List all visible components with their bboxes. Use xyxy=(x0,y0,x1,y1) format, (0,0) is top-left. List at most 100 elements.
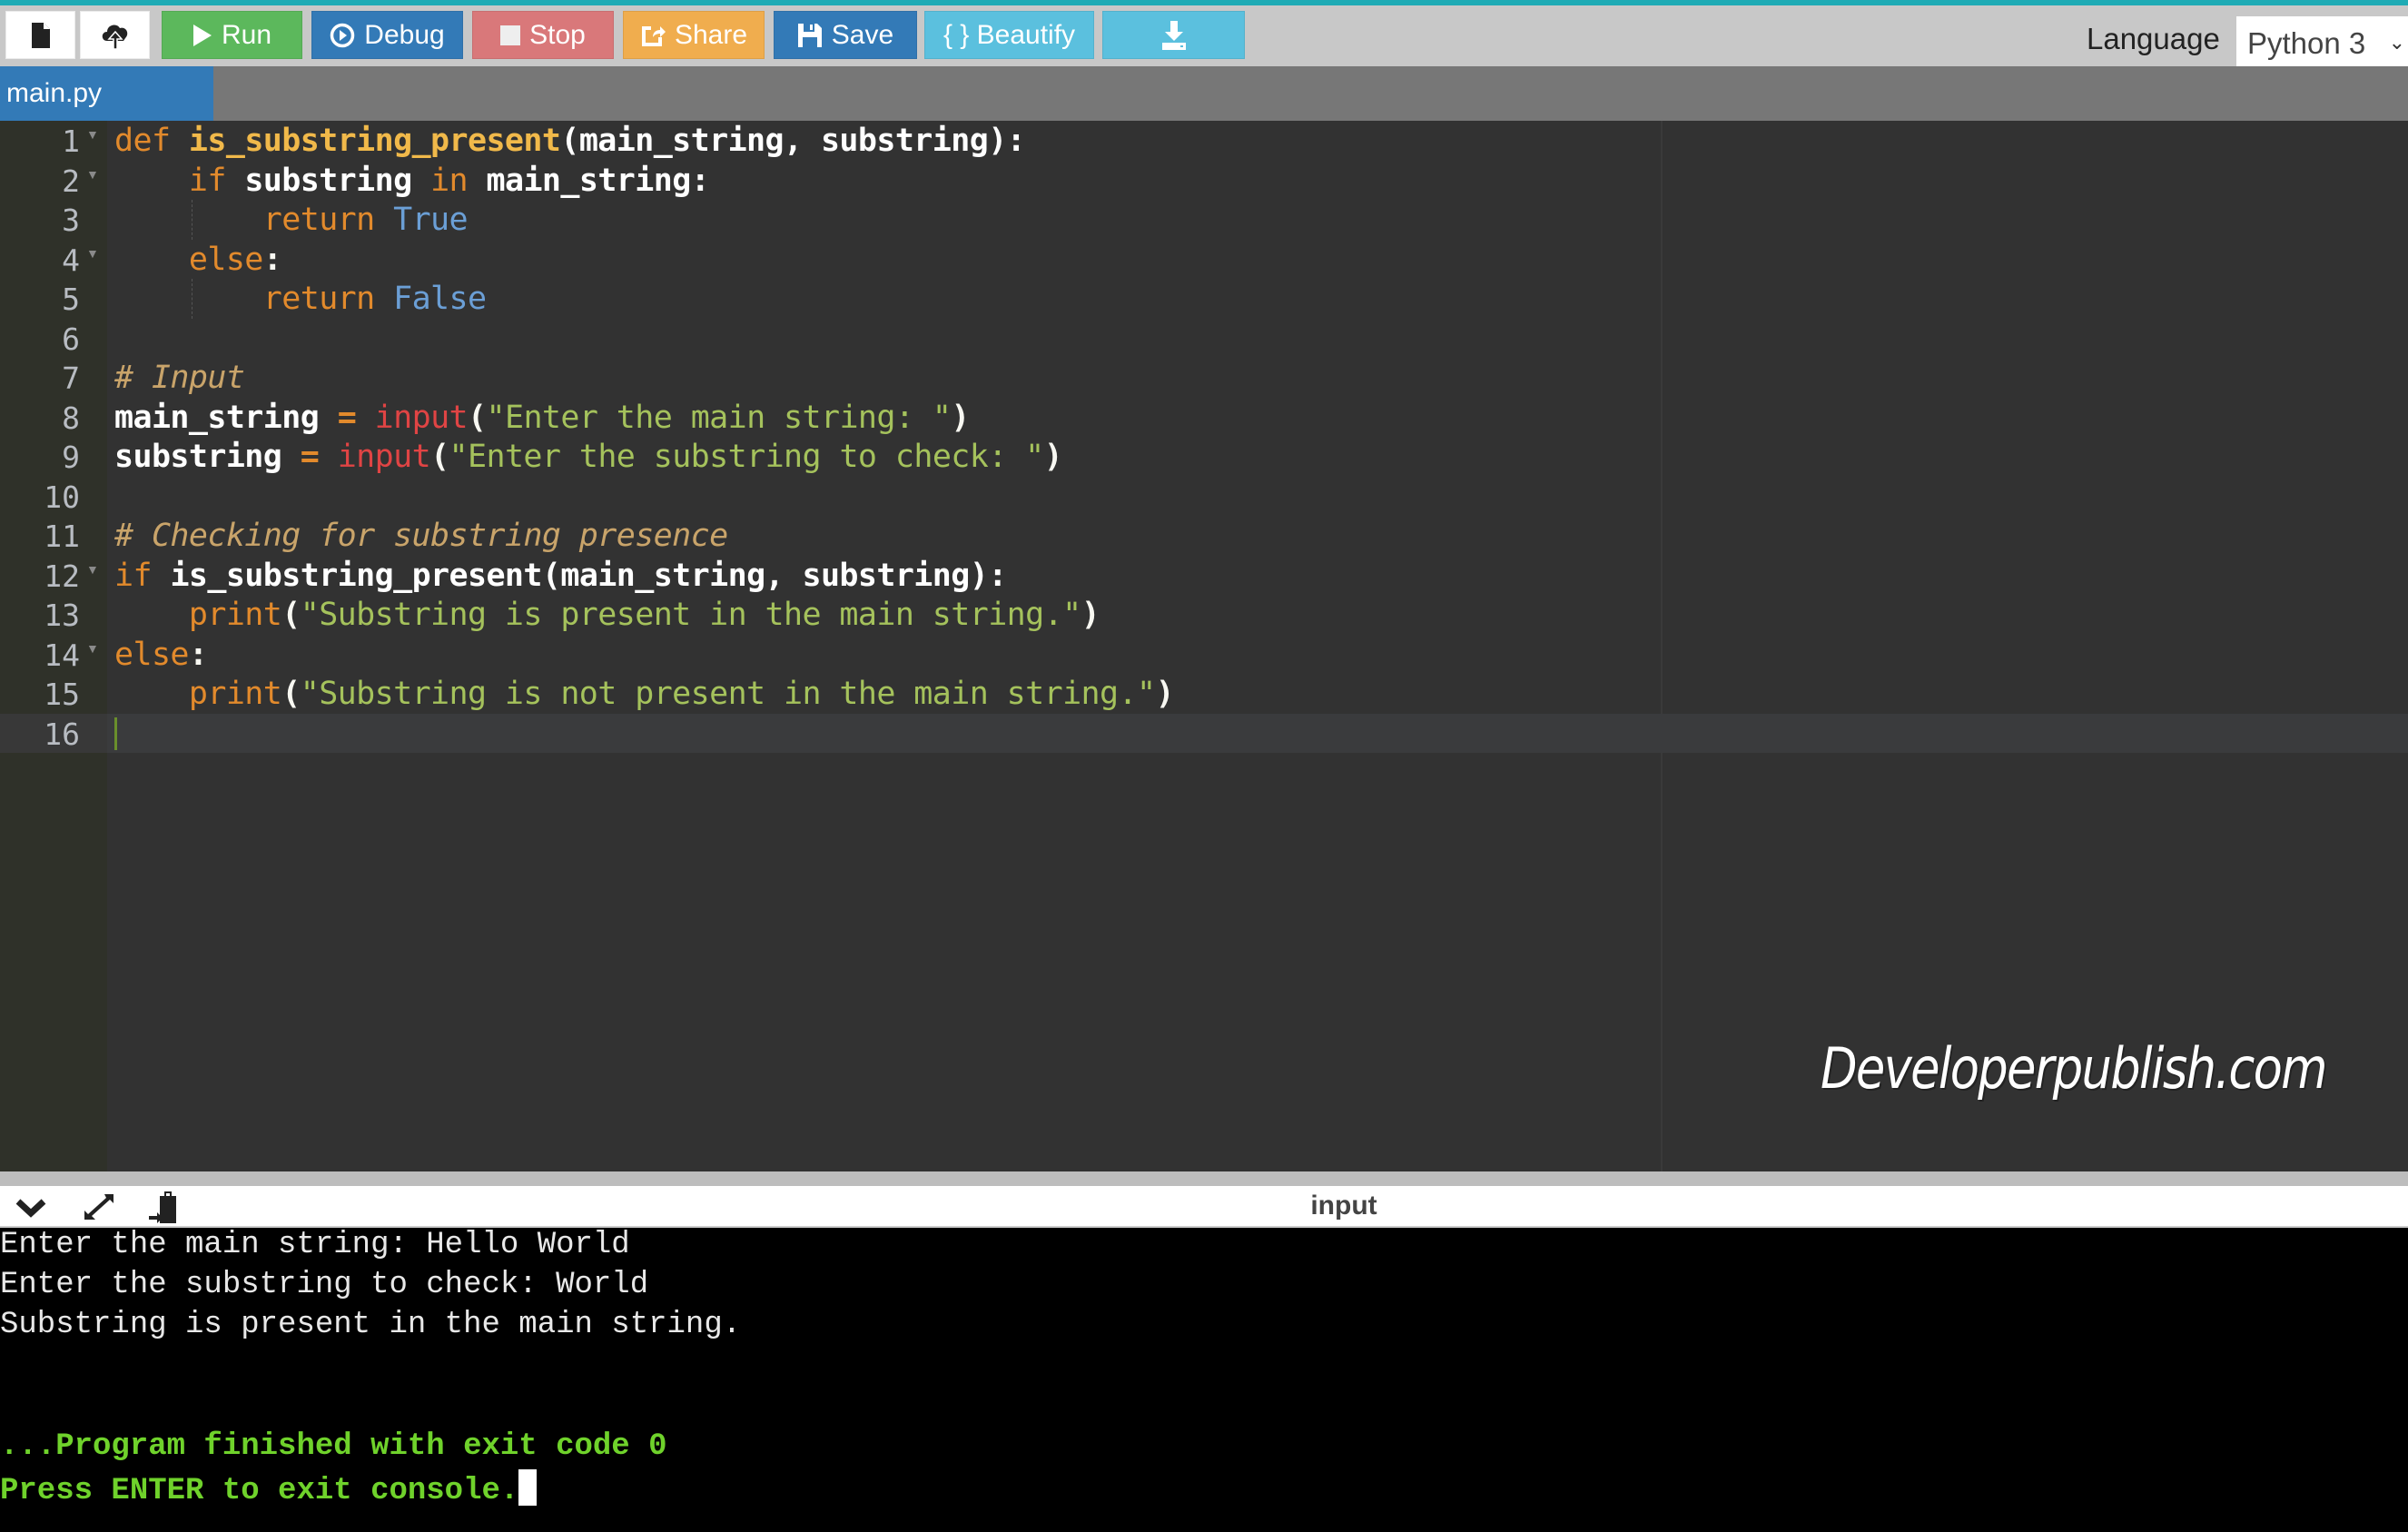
language-select[interactable]: Python 3 ⌄ xyxy=(2236,16,2408,71)
identifier: substring xyxy=(114,439,282,475)
code-text: # Checking for substring presence xyxy=(114,518,728,554)
debug-play-circle-icon xyxy=(330,23,355,48)
constant: False xyxy=(393,281,487,317)
console-output[interactable]: Enter the main string: Hello World Enter… xyxy=(0,1228,2408,1532)
download-button[interactable] xyxy=(1102,11,1245,59)
run-label: Run xyxy=(221,19,272,50)
stop-label: Stop xyxy=(529,19,586,50)
code-line[interactable]: 15 print("Substring is not present in th… xyxy=(0,674,2408,714)
code-text: substring = input("Enter the substring t… xyxy=(114,439,1063,475)
code-text: print("Substring is present in the main … xyxy=(114,597,1100,633)
code-line[interactable]: 10 xyxy=(0,477,2408,517)
language-value: Python 3 xyxy=(2247,26,2366,60)
punctuation: ( xyxy=(281,597,301,633)
toolbar: Run Debug Stop Share Save { } Beautify L… xyxy=(0,5,2408,71)
code-line[interactable]: 3 return True xyxy=(0,200,2408,240)
line-number: 16 xyxy=(44,716,80,752)
share-button[interactable]: Share xyxy=(623,11,765,59)
code-text: else: xyxy=(114,241,282,278)
run-button[interactable]: Run xyxy=(162,11,302,59)
beautify-button[interactable]: { } Beautify xyxy=(924,11,1094,59)
operator: = xyxy=(337,399,357,436)
code-line[interactable]: 14 ▼ else: xyxy=(0,635,2408,675)
code-line[interactable]: 9 substring = input("Enter the substring … xyxy=(0,437,2408,477)
stop-button[interactable]: Stop xyxy=(472,11,614,59)
code-text: print("Substring is not present in the m… xyxy=(114,676,1175,712)
line-number: 5 xyxy=(62,282,80,317)
code-line[interactable]: 8 main_string = input("Enter the main str… xyxy=(0,398,2408,438)
save-label: Save xyxy=(831,19,894,50)
console-line: Substring is present in the main string. xyxy=(0,1308,742,1342)
keyword: else xyxy=(188,241,263,278)
console-title: input xyxy=(1310,1191,1377,1221)
punctuation: ) xyxy=(1081,597,1100,633)
code-line[interactable]: 1 ▼ def is_substring_present(main_string, … xyxy=(0,121,2408,161)
active-line-highlight xyxy=(107,713,2408,753)
keyword: in xyxy=(430,162,469,199)
keyword: def xyxy=(114,123,171,159)
watermark: Developerpublish.com xyxy=(1821,1035,2328,1102)
identifier: main_string xyxy=(114,399,320,436)
indent-guide xyxy=(192,279,193,319)
punctuation: ) xyxy=(1043,439,1063,475)
new-file-button[interactable] xyxy=(5,11,75,59)
exit-status-line: ...Program finished with exit code 0 xyxy=(0,1429,667,1464)
stop-square-icon xyxy=(500,25,521,45)
code-text: return False xyxy=(114,281,487,317)
fold-toggle-icon[interactable]: ▼ xyxy=(86,562,99,577)
code-line[interactable]: 6 xyxy=(0,319,2408,359)
code-line[interactable]: 4 ▼ else: xyxy=(0,240,2408,280)
editor-console-splitter[interactable] xyxy=(0,1171,2408,1186)
save-button[interactable]: Save xyxy=(774,11,917,59)
punctuation: : xyxy=(262,241,282,278)
line-number: 13 xyxy=(44,598,80,633)
language-label: Language xyxy=(2087,22,2220,55)
press-enter-text: Press ENTER to exit console. xyxy=(0,1474,519,1508)
string: "Enter the main string: " xyxy=(486,399,952,436)
code-line[interactable]: 13 print("Substring is present in the ma… xyxy=(0,595,2408,635)
code-line[interactable]: 7 # Input xyxy=(0,358,2408,398)
punctuation: : xyxy=(188,636,208,673)
line-number: 14 xyxy=(44,637,80,673)
keyword: else xyxy=(114,636,189,673)
line-number: 1 xyxy=(62,124,80,159)
builtin: print xyxy=(188,676,282,712)
punctuation: ( xyxy=(468,399,487,436)
fold-toggle-icon[interactable]: ▼ xyxy=(86,127,99,142)
fold-toggle-icon[interactable]: ▼ xyxy=(86,246,99,261)
function-name: is_substring_present xyxy=(188,123,561,159)
comment: # Checking for substring presence xyxy=(114,518,728,554)
fold-toggle-icon[interactable]: ▼ xyxy=(86,641,99,656)
code-editor[interactable]: 1 ▼ def is_substring_present(main_string, … xyxy=(0,121,2408,1171)
download-icon xyxy=(1160,20,1188,50)
line-number: 7 xyxy=(62,361,80,396)
keyword: return xyxy=(262,202,375,238)
share-icon xyxy=(640,23,666,48)
line-number: 12 xyxy=(44,558,80,594)
line-number: 6 xyxy=(62,321,80,357)
tab-main-py[interactable]: main.py xyxy=(0,66,213,121)
console-line: Enter the main string: Hello World xyxy=(0,1228,630,1262)
debug-button[interactable]: Debug xyxy=(311,11,463,59)
upload-button[interactable] xyxy=(80,11,150,59)
chevron-down-icon: ⌄ xyxy=(2388,31,2405,54)
punctuation: ( xyxy=(281,676,301,712)
code-line[interactable]: 5 return False xyxy=(0,279,2408,319)
line-number: 4 xyxy=(62,242,80,278)
line-number: 10 xyxy=(44,479,80,515)
code-line[interactable]: 16 xyxy=(0,713,2408,753)
code-line[interactable]: 11 # Checking for substring presence xyxy=(0,516,2408,556)
string: "Substring is present in the main string… xyxy=(300,597,1081,633)
floppy-disk-icon xyxy=(797,23,823,48)
debug-label: Debug xyxy=(364,19,445,50)
keyword: if xyxy=(188,162,227,199)
line-number: 15 xyxy=(44,677,80,712)
identifier: substring xyxy=(244,162,412,199)
file-tab-bar: main.py xyxy=(0,66,2408,121)
operator: = xyxy=(300,439,320,475)
code-line[interactable]: 12 ▼ if is_substring_present(main_string, … xyxy=(0,556,2408,596)
code-line[interactable]: 2 ▼ if substring in main_string: xyxy=(0,161,2408,201)
code-text: if substring in main_string: xyxy=(114,162,710,199)
fold-toggle-icon[interactable]: ▼ xyxy=(86,167,99,182)
cloud-upload-icon xyxy=(99,21,132,50)
